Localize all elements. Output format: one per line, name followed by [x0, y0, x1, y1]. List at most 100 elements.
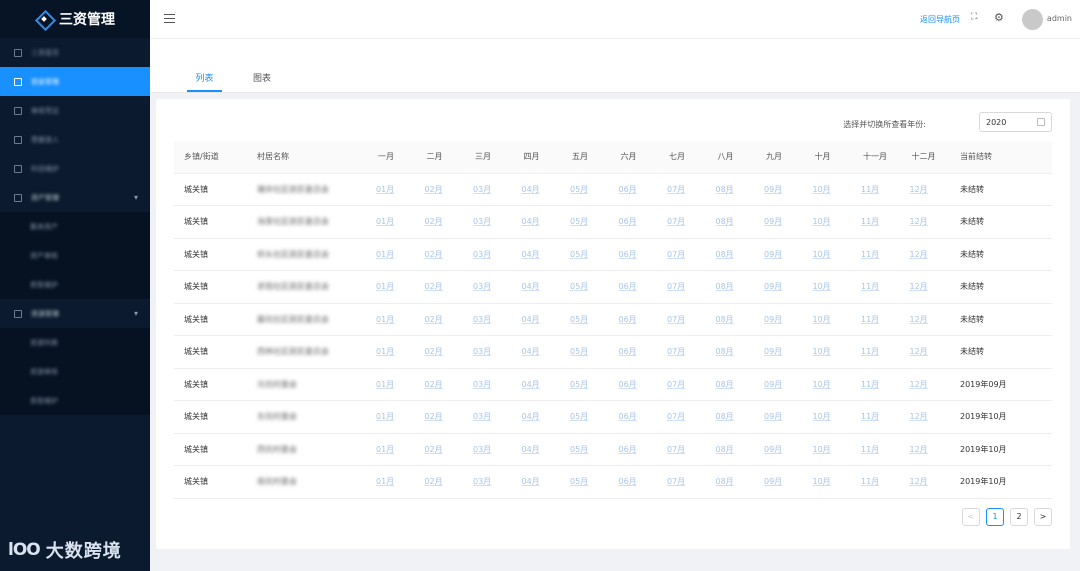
month-link[interactable]: 07月: [659, 205, 708, 239]
month-link[interactable]: 01月: [368, 303, 417, 336]
month-link[interactable]: 08月: [707, 303, 756, 336]
month-link[interactable]: 04月: [513, 433, 562, 466]
month-link[interactable]: 10月: [804, 238, 853, 271]
month-link[interactable]: 09月: [756, 205, 805, 239]
month-link[interactable]: 11月: [853, 400, 902, 434]
page-button-2[interactable]: 2: [1010, 508, 1028, 526]
month-link[interactable]: 10月: [804, 173, 853, 206]
month-link[interactable]: 08月: [707, 465, 756, 499]
month-link[interactable]: 04月: [513, 465, 562, 499]
month-link[interactable]: 10月: [804, 303, 853, 336]
back-to-nav-link[interactable]: 返回导航页: [920, 14, 960, 25]
month-link[interactable]: 09月: [756, 400, 805, 434]
sidebar-item-0[interactable]: 三资首页: [0, 38, 150, 67]
month-link[interactable]: 09月: [756, 238, 805, 271]
month-link[interactable]: 12月: [901, 238, 950, 271]
sidebar-item-6[interactable]: 集体资产: [0, 212, 150, 241]
sidebar-item-7[interactable]: 资产审核: [0, 241, 150, 270]
menu-toggle-icon[interactable]: [164, 14, 175, 24]
month-link[interactable]: 02月: [416, 303, 465, 336]
month-link[interactable]: 10月: [804, 400, 853, 434]
sidebar-item-4[interactable]: 科目维护: [0, 154, 150, 183]
month-link[interactable]: 12月: [901, 433, 950, 466]
month-link[interactable]: 08月: [707, 205, 756, 239]
month-link[interactable]: 06月: [610, 270, 659, 304]
month-link[interactable]: 11月: [853, 465, 902, 499]
next-page-button[interactable]: >: [1034, 508, 1052, 526]
month-link[interactable]: 08月: [707, 238, 756, 271]
username-label[interactable]: admin: [1047, 14, 1072, 23]
month-link[interactable]: 05月: [562, 205, 611, 239]
month-link[interactable]: 01月: [368, 205, 417, 239]
month-link[interactable]: 01月: [368, 433, 417, 466]
month-link[interactable]: 09月: [756, 335, 805, 369]
month-link[interactable]: 07月: [659, 368, 708, 401]
month-link[interactable]: 08月: [707, 270, 756, 304]
month-link[interactable]: 02月: [416, 368, 465, 401]
month-link[interactable]: 03月: [465, 335, 514, 369]
month-link[interactable]: 03月: [465, 433, 514, 466]
month-link[interactable]: 03月: [465, 400, 514, 434]
month-link[interactable]: 04月: [513, 173, 562, 206]
page-button-1[interactable]: 1: [986, 508, 1004, 526]
month-link[interactable]: 09月: [756, 303, 805, 336]
month-link[interactable]: 11月: [853, 270, 902, 304]
month-link[interactable]: 12月: [901, 368, 950, 401]
month-link[interactable]: 02月: [416, 335, 465, 369]
sidebar-item-3[interactable]: 票据录入: [0, 125, 150, 154]
month-link[interactable]: 07月: [659, 400, 708, 434]
sidebar-item-12[interactable]: 类型维护: [0, 386, 150, 415]
month-link[interactable]: 10月: [804, 368, 853, 401]
month-link[interactable]: 02月: [416, 433, 465, 466]
month-link[interactable]: 09月: [756, 270, 805, 304]
month-link[interactable]: 05月: [562, 433, 611, 466]
month-link[interactable]: 06月: [610, 368, 659, 401]
avatar[interactable]: [1022, 9, 1043, 30]
month-link[interactable]: 05月: [562, 335, 611, 369]
sidebar-item-10[interactable]: 资源列表: [0, 328, 150, 357]
month-link[interactable]: 06月: [610, 238, 659, 271]
month-link[interactable]: 10月: [804, 335, 853, 369]
month-link[interactable]: 05月: [562, 465, 611, 499]
month-link[interactable]: 10月: [804, 465, 853, 499]
month-link[interactable]: 12月: [901, 465, 950, 499]
month-link[interactable]: 02月: [416, 400, 465, 434]
month-link[interactable]: 03月: [465, 368, 514, 401]
month-link[interactable]: 06月: [610, 303, 659, 336]
month-link[interactable]: 06月: [610, 465, 659, 499]
month-link[interactable]: 11月: [853, 205, 902, 239]
month-link[interactable]: 05月: [562, 303, 611, 336]
month-link[interactable]: 01月: [368, 400, 417, 434]
fullscreen-icon[interactable]: ⛶: [971, 13, 980, 22]
month-link[interactable]: 12月: [901, 400, 950, 434]
month-link[interactable]: 03月: [465, 238, 514, 271]
month-link[interactable]: 04月: [513, 303, 562, 336]
month-link[interactable]: 04月: [513, 368, 562, 401]
month-link[interactable]: 11月: [853, 368, 902, 401]
month-link[interactable]: 02月: [416, 238, 465, 271]
month-link[interactable]: 05月: [562, 400, 611, 434]
month-link[interactable]: 11月: [853, 335, 902, 369]
prev-page-button[interactable]: <: [962, 508, 980, 526]
month-link[interactable]: 04月: [513, 205, 562, 239]
month-link[interactable]: 06月: [610, 400, 659, 434]
month-link[interactable]: 04月: [513, 270, 562, 304]
month-link[interactable]: 07月: [659, 173, 708, 206]
month-link[interactable]: 05月: [562, 270, 611, 304]
sidebar-item-8[interactable]: 类型维护: [0, 270, 150, 299]
gear-icon[interactable]: ⚙: [994, 12, 1005, 23]
month-link[interactable]: 02月: [416, 270, 465, 304]
month-link[interactable]: 03月: [465, 270, 514, 304]
sidebar-item-1[interactable]: 资金管理: [0, 67, 150, 96]
month-link[interactable]: 03月: [465, 465, 514, 499]
month-link[interactable]: 10月: [804, 270, 853, 304]
month-link[interactable]: 01月: [368, 238, 417, 271]
sidebar-item-9[interactable]: 资源管理: [0, 299, 150, 328]
month-link[interactable]: 12月: [901, 173, 950, 206]
month-link[interactable]: 04月: [513, 238, 562, 271]
month-link[interactable]: 02月: [416, 465, 465, 499]
month-link[interactable]: 11月: [853, 303, 902, 336]
month-link[interactable]: 04月: [513, 400, 562, 434]
sidebar-item-11[interactable]: 资源审核: [0, 357, 150, 386]
sidebar-item-2[interactable]: 审核凭证: [0, 96, 150, 125]
